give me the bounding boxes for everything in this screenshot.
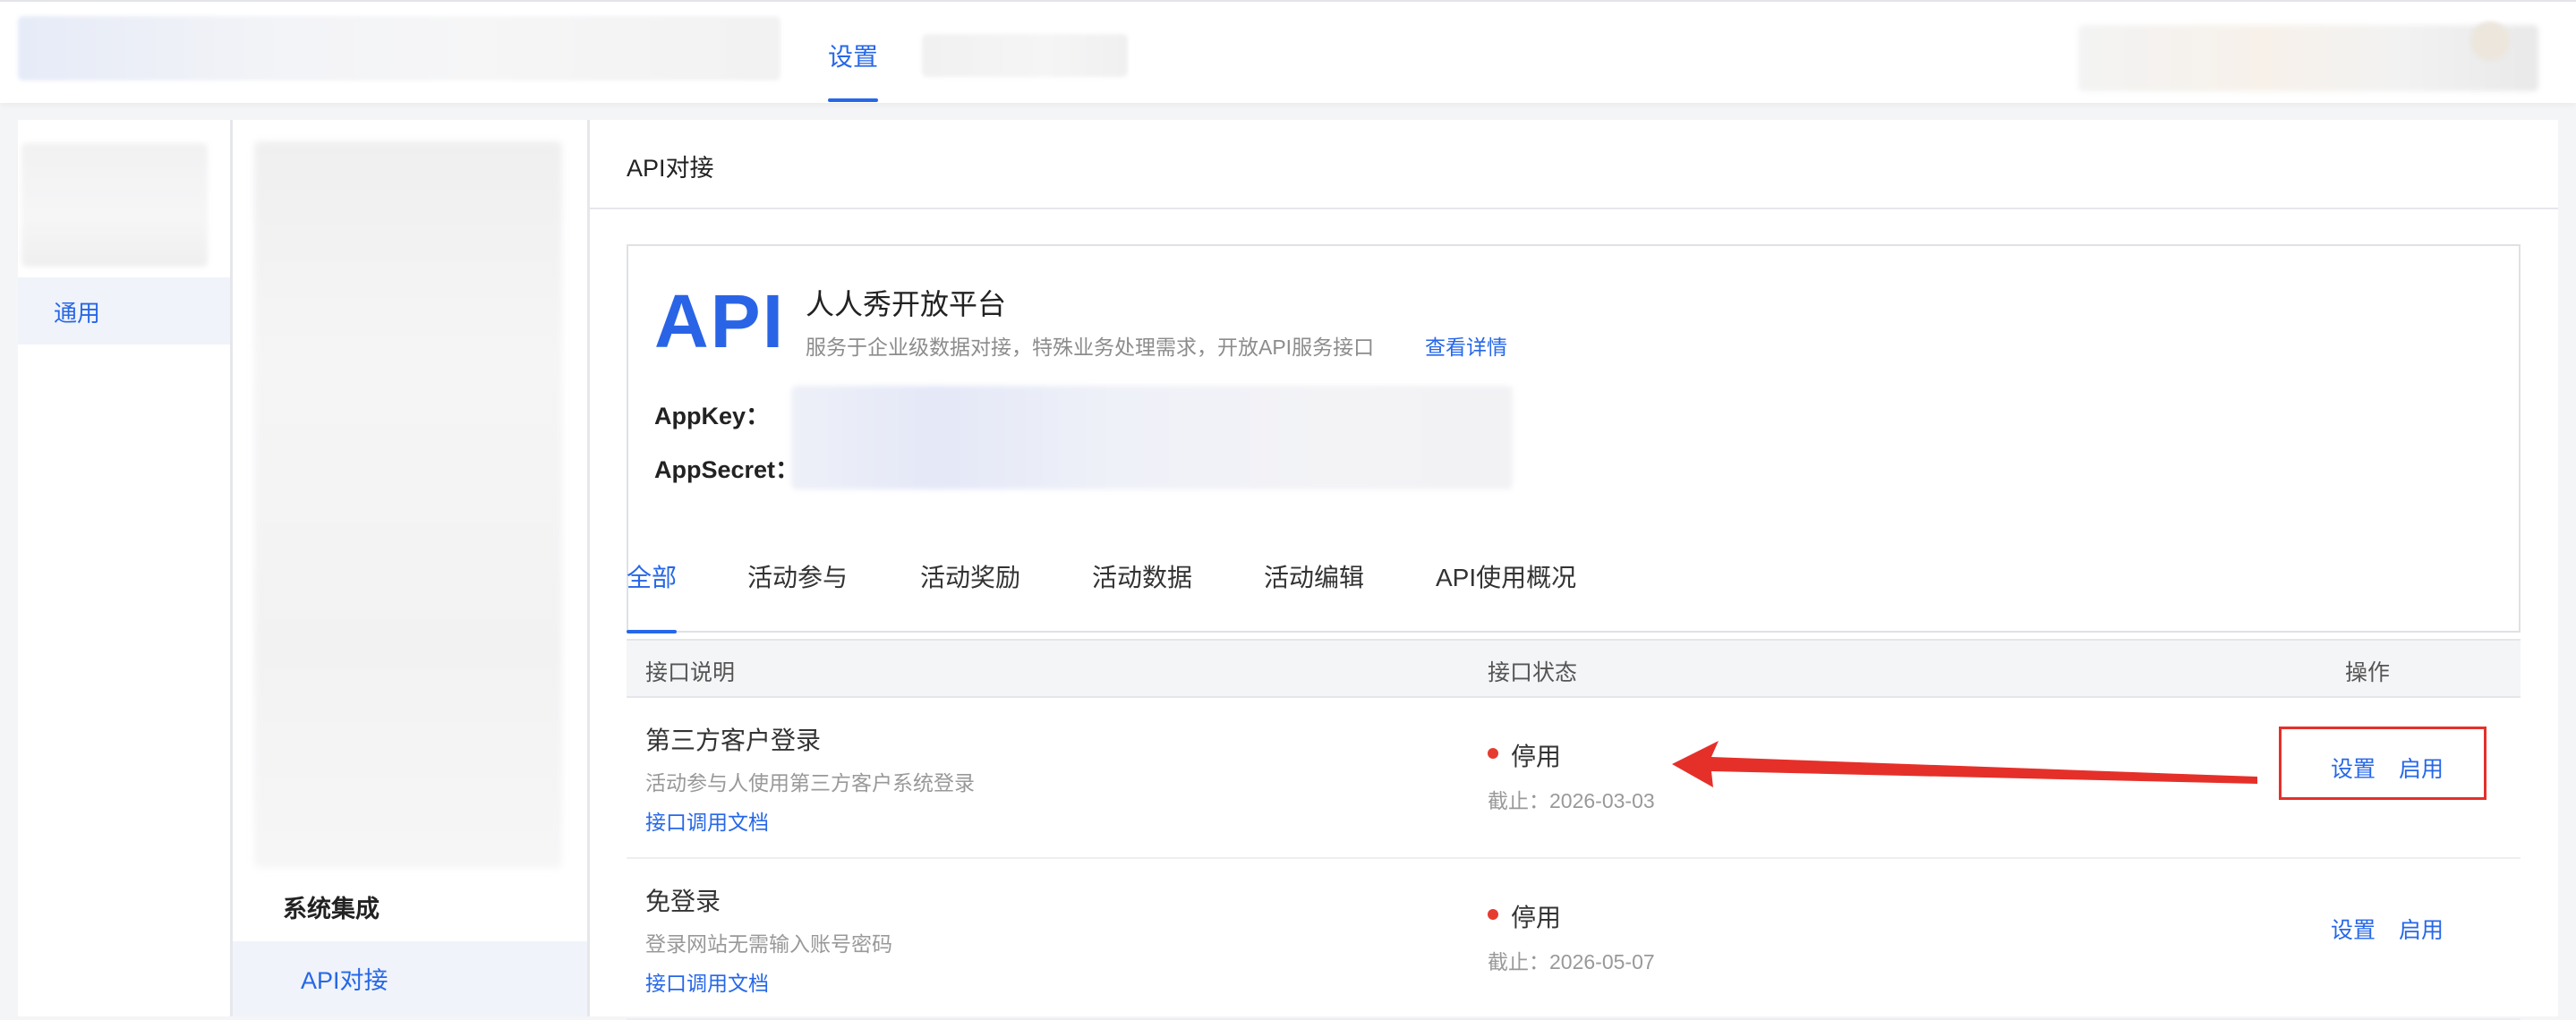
blurred-sidebar-header (21, 143, 208, 267)
tab-activity-rewards[interactable]: 活动奖励 (920, 558, 1020, 594)
api-category-tabs: 全部 活动参与 活动奖励 活动数据 活动编辑 API使用概况 (627, 558, 2521, 633)
table-row: 第三方客户登录 活动参与人使用第三方客户系统登录 接口调用文档 停用 截止：20… (627, 698, 2521, 859)
tab-activity-editing[interactable]: 活动编辑 (1264, 558, 1364, 594)
primary-sidebar: 通用 (18, 120, 230, 1016)
api-doc-link[interactable]: 接口调用文档 (645, 805, 769, 836)
sidebar-item-api-integration[interactable]: API对接 (233, 941, 587, 1016)
tab-activity-participation[interactable]: 活动参与 (747, 558, 848, 594)
api-name: 免登录 (645, 888, 721, 915)
status-badge: 停用 (1511, 904, 1562, 931)
status-badge: 停用 (1511, 743, 1562, 770)
tab-api-usage-overview[interactable]: API使用概况 (1436, 558, 1576, 594)
api-description: 登录网站无需输入账号密码 (645, 932, 892, 956)
menu-group-title: 系统集成 (283, 896, 380, 922)
api-table: 接口说明 接口状态 操作 第三方客户登录 活动参与人使用第三方客户系统登录 接口… (627, 639, 2521, 1020)
annotation-highlight-box (2279, 727, 2486, 800)
sidebar-item-label: API对接 (301, 967, 388, 994)
column-header-status: 接口状态 (1488, 660, 1578, 685)
appkey-label: AppKey： (654, 403, 771, 429)
settings-button[interactable]: 设置 (2331, 752, 2376, 784)
tab-activity-data[interactable]: 活动数据 (1092, 558, 1192, 594)
blurred-user-area (2078, 25, 2538, 91)
api-name: 第三方客户登录 (645, 727, 822, 754)
blurred-credentials (791, 386, 1513, 489)
column-header-description: 接口说明 (645, 660, 736, 685)
secondary-sidebar: 系统集成 API对接 (233, 120, 587, 1016)
nav-tab-settings[interactable]: 设置 (828, 38, 878, 73)
sidebar-item-general[interactable]: 通用 (18, 277, 230, 344)
api-description: 活动参与人使用第三方客户系统登录 (645, 771, 975, 795)
settings-button[interactable]: 设置 (2331, 913, 2376, 945)
appsecret-label: AppSecret： (654, 456, 800, 483)
api-logo: API (654, 279, 786, 363)
table-row: 免登录 登录网站无需输入账号密码 接口调用文档 停用 截止：2026-05-07… (627, 859, 2521, 1020)
blurred-nav-item (922, 34, 1128, 77)
active-tab-underline (627, 630, 677, 633)
enable-button[interactable]: 启用 (2399, 913, 2444, 945)
page-title: API对接 (627, 155, 714, 182)
active-tab-indicator (828, 98, 878, 102)
avatar[interactable] (2470, 21, 2510, 61)
enable-button[interactable]: 启用 (2399, 752, 2444, 784)
sidebar-item-label: 通用 (54, 300, 101, 327)
api-doc-link[interactable]: 接口调用文档 (645, 966, 769, 997)
table-header: 接口说明 接口状态 操作 (627, 639, 2521, 698)
column-header-actions: 操作 (2345, 660, 2391, 685)
status-dot-icon (1488, 748, 1498, 759)
tab-all[interactable]: 全部 (627, 558, 677, 594)
main-content: API对接 API 人人秀开放平台 服务于企业级数据对接，特殊业务处理需求，开放… (590, 120, 2558, 1020)
platform-description: 服务于企业级数据对接，特殊业务处理需求，开放API服务接口 (806, 336, 1375, 359)
platform-title: 人人秀开放平台 (806, 288, 1007, 320)
top-navigation-bar: 设置 (0, 0, 2576, 103)
page-header: API对接 (590, 120, 2558, 209)
status-dot-icon (1488, 909, 1498, 920)
view-details-link[interactable]: 查看详情 (1425, 330, 1507, 361)
expiry-date: 截止：2026-03-03 (1488, 789, 1655, 812)
blurred-menu-items (254, 141, 562, 868)
blurred-logo-area (18, 16, 780, 81)
expiry-date: 截止：2026-05-07 (1488, 950, 1655, 973)
